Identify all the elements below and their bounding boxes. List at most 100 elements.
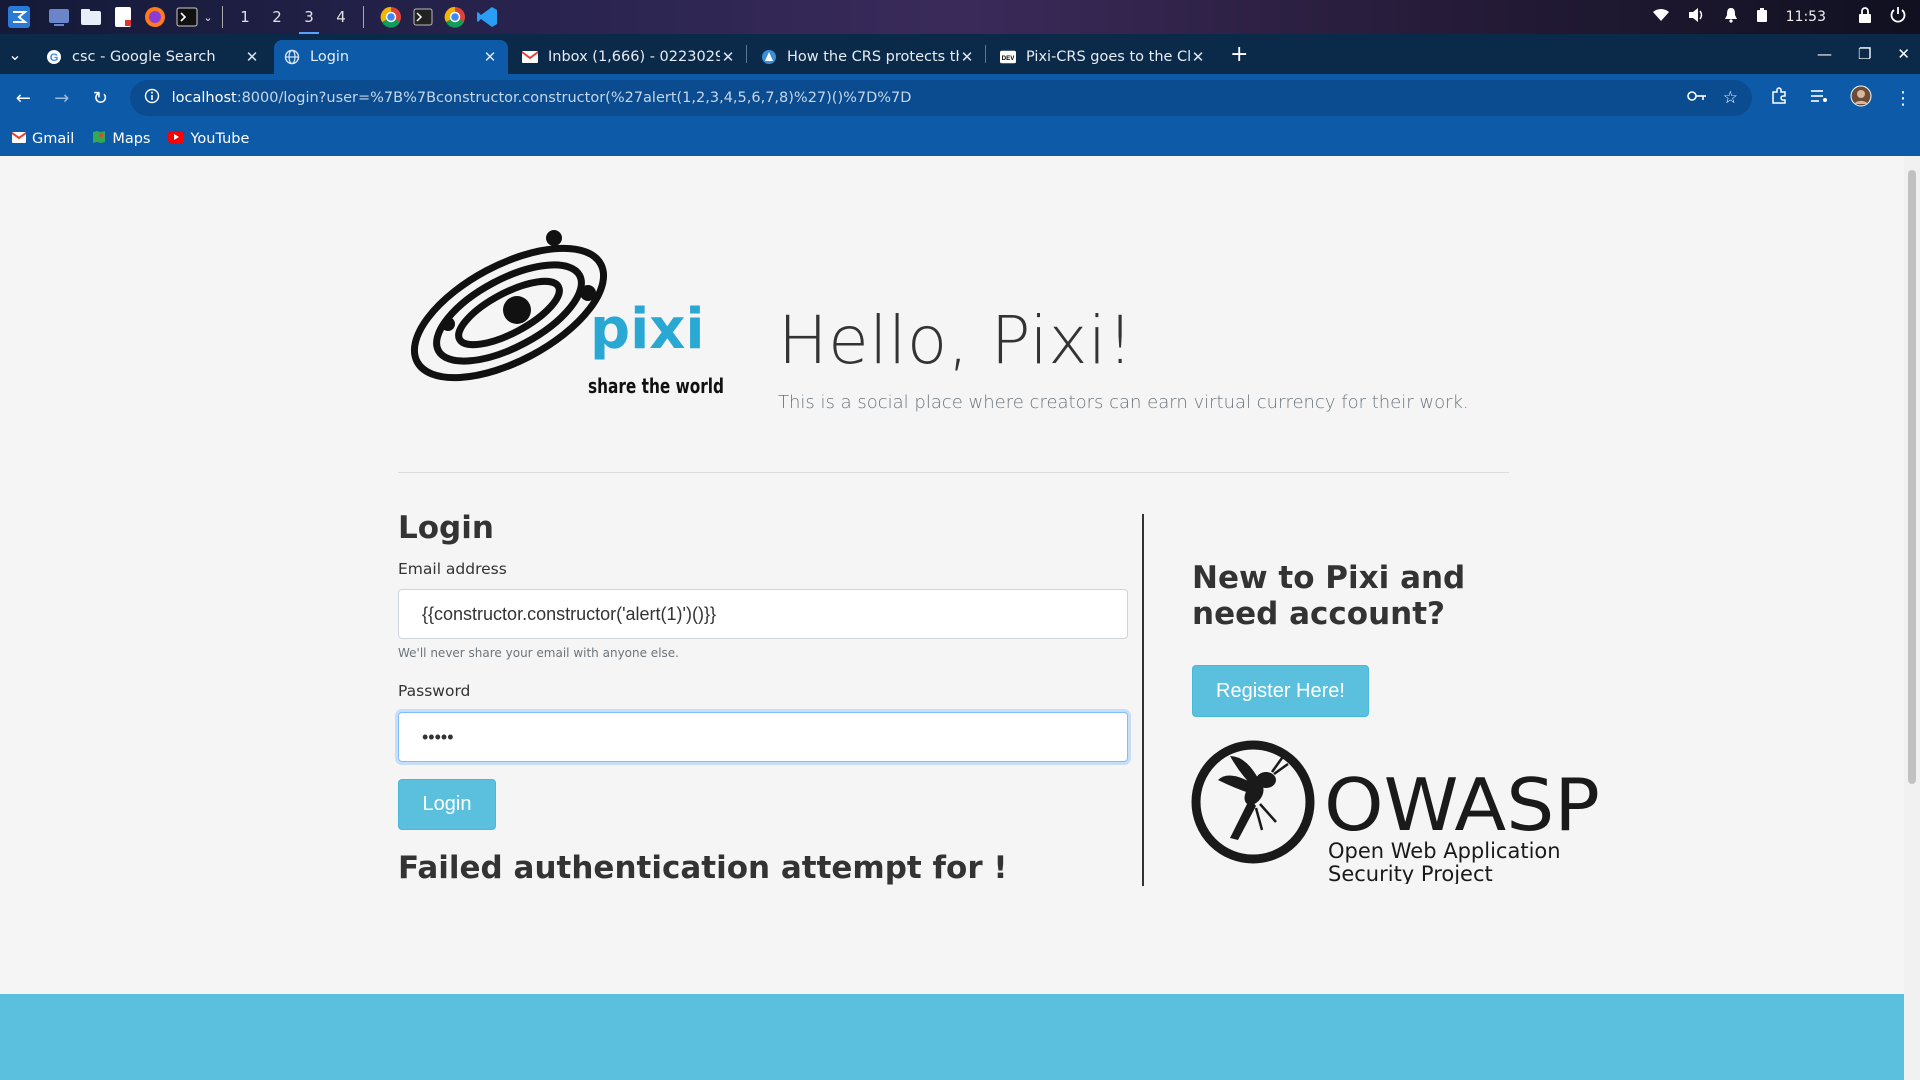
dev-icon: DEV xyxy=(1000,49,1016,65)
url-text[interactable]: localhost:8000/login?user=%7B%7Bconstruc… xyxy=(172,90,1687,106)
google-icon: G xyxy=(46,49,62,65)
scrollbar-thumb[interactable] xyxy=(1908,170,1916,784)
close-tab-icon[interactable]: ✕ xyxy=(1190,48,1206,66)
email-label: Email address xyxy=(398,560,507,578)
page-subtitle: This is a social place where creators ca… xyxy=(778,392,1469,413)
desktop-icon[interactable] xyxy=(46,4,72,30)
wifi-icon[interactable] xyxy=(1652,8,1670,26)
taskbar-separator xyxy=(363,6,364,28)
column-divider xyxy=(1142,514,1144,886)
power-icon[interactable] xyxy=(1890,7,1906,27)
maps-icon xyxy=(92,130,106,148)
taskbar-separator xyxy=(222,6,223,28)
close-tab-icon[interactable]: ✕ xyxy=(482,48,498,66)
profile-avatar[interactable] xyxy=(1850,85,1872,111)
tab-title: How the CRS protects the xyxy=(787,49,959,65)
close-tab-icon[interactable]: ✕ xyxy=(720,48,736,66)
battery-icon[interactable] xyxy=(1756,7,1768,27)
chevron-down-icon[interactable]: ⌄ xyxy=(202,4,214,30)
gmail-icon xyxy=(522,49,538,65)
terminal-icon[interactable] xyxy=(410,4,436,30)
tab-dev-article[interactable]: DEV Pixi-CRS goes to the Clou ✕ xyxy=(990,40,1216,74)
vscode-icon[interactable] xyxy=(474,4,500,30)
more-menu-icon[interactable]: ⋮ xyxy=(1894,88,1912,109)
media-controls-icon[interactable] xyxy=(1810,88,1828,108)
extensions-icon[interactable] xyxy=(1770,87,1788,109)
file-manager-icon[interactable] xyxy=(78,4,104,30)
clock[interactable]: 11:53 xyxy=(1786,9,1826,25)
close-tab-icon[interactable]: ✕ xyxy=(959,48,975,66)
password-field[interactable] xyxy=(398,712,1128,762)
tab-title: csc - Google Search xyxy=(72,49,216,65)
url-path: :8000/login?user=%7B%7Bconstructor.const… xyxy=(236,90,912,106)
footer-band xyxy=(0,994,1904,1080)
forward-button[interactable]: → xyxy=(45,80,80,116)
auth-failure-message: Failed authentication attempt for ! xyxy=(398,850,1008,886)
reload-button[interactable]: ↻ xyxy=(83,80,118,116)
workspace-3[interactable]: 3 xyxy=(295,8,323,35)
text-editor-icon[interactable] xyxy=(110,4,136,30)
volume-icon[interactable] xyxy=(1688,7,1706,27)
workspace-2[interactable]: 2 xyxy=(263,8,291,26)
owasp-line-2: Security Project xyxy=(1328,862,1493,884)
tab-google-search[interactable]: G csc - Google Search ✕ xyxy=(36,40,270,74)
address-bar[interactable]: localhost:8000/login?user=%7B%7Bconstruc… xyxy=(129,80,1752,116)
back-button[interactable]: ← xyxy=(6,80,41,116)
bookmark-label: Maps xyxy=(112,131,151,147)
notification-bell-icon[interactable] xyxy=(1724,7,1738,27)
owasp-logo: OWASP Open Web Application Security Proj… xyxy=(1191,740,1600,884)
login-button[interactable]: Login xyxy=(398,779,496,830)
password-label: Password xyxy=(398,682,471,700)
tab-search-chevron-icon[interactable]: ⌄ xyxy=(0,34,30,74)
svg-text:DEV: DEV xyxy=(1002,55,1016,62)
site-info-icon[interactable] xyxy=(144,88,160,108)
tab-separator xyxy=(985,45,986,63)
register-heading: New to Pixi and need account? xyxy=(1192,560,1466,632)
workspace-4[interactable]: 4 xyxy=(327,8,355,26)
tab-gmail-inbox[interactable]: Inbox (1,666) - 02230293 ✕ xyxy=(512,40,746,74)
browser-toolbar: ← → ↻ localhost:8000/login?user=%7B%7Bco… xyxy=(0,74,1920,122)
bookmark-youtube[interactable]: YouTube xyxy=(168,131,249,147)
firefox-icon[interactable] xyxy=(142,4,168,30)
os-taskbar: ⌄ 1 2 3 4 11:53 xyxy=(0,0,1920,35)
chrome-icon[interactable] xyxy=(378,4,404,30)
chrome-icon[interactable] xyxy=(442,4,468,30)
workspace-1[interactable]: 1 xyxy=(231,8,259,26)
minimize-icon[interactable]: — xyxy=(1817,45,1832,63)
window-controls: — ❐ ✕ xyxy=(1817,34,1910,74)
login-heading: Login xyxy=(398,510,494,546)
gmail-icon xyxy=(11,131,27,147)
url-host: localhost xyxy=(171,90,237,106)
bookmarks-bar: Gmail Maps YouTube xyxy=(0,122,1920,156)
tab-crs-article[interactable]: How the CRS protects the ✕ xyxy=(751,40,985,74)
close-window-icon[interactable]: ✕ xyxy=(1897,45,1910,63)
svg-text:G: G xyxy=(50,52,59,64)
maximize-icon[interactable]: ❐ xyxy=(1858,45,1871,63)
tab-login[interactable]: Login ✕ xyxy=(274,40,508,74)
lock-icon[interactable] xyxy=(1858,7,1872,27)
youtube-icon xyxy=(168,131,185,147)
tab-title: Pixi-CRS goes to the Clou xyxy=(1026,49,1190,65)
page-scrollbar[interactable] xyxy=(1904,156,1920,1080)
bookmark-label: YouTube xyxy=(190,131,250,147)
start-menu-icon[interactable] xyxy=(6,4,32,30)
globe-icon xyxy=(284,49,300,65)
pixi-logo-tagline: share the world xyxy=(588,374,724,398)
close-tab-icon[interactable]: ✕ xyxy=(244,48,260,66)
terminal-icon[interactable] xyxy=(174,4,200,30)
new-tab-button[interactable]: + xyxy=(1230,42,1248,67)
email-help-text: We'll never share your email with anyone… xyxy=(398,646,679,660)
bookmark-gmail[interactable]: Gmail xyxy=(11,131,75,147)
register-button[interactable]: Register Here! xyxy=(1192,665,1369,717)
wasp-icon xyxy=(1218,756,1289,840)
tab-separator xyxy=(746,45,747,63)
divider xyxy=(398,472,1509,473)
toolbar-actions: ⋮ xyxy=(1770,85,1920,111)
bookmark-label: Gmail xyxy=(32,131,75,147)
bookmark-maps[interactable]: Maps xyxy=(92,130,150,148)
password-key-icon[interactable] xyxy=(1686,90,1707,106)
owasp-line-1: Open Web Application xyxy=(1328,839,1561,863)
bookmark-star-icon[interactable]: ☆ xyxy=(1723,88,1738,108)
email-field[interactable] xyxy=(398,589,1128,639)
crs-icon xyxy=(761,49,777,65)
